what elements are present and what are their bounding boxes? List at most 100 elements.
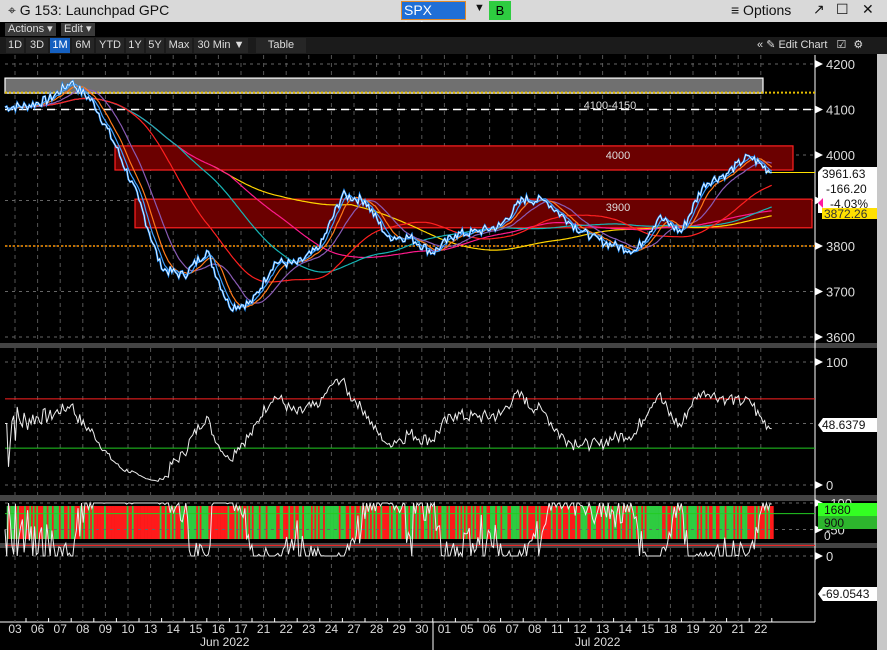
x-tick-label: 15	[189, 622, 203, 636]
direction-bar	[283, 506, 286, 539]
x-tick-label: 29	[393, 622, 407, 636]
direction-bar	[95, 506, 98, 539]
direction-bar	[272, 506, 275, 539]
direction-bar	[559, 506, 562, 539]
direction-bar	[119, 506, 122, 539]
direction-bar	[733, 506, 736, 539]
direction-bar	[121, 506, 124, 539]
direction-bar	[500, 506, 503, 539]
direction-bar	[270, 506, 274, 539]
direction-bar	[747, 506, 750, 539]
direction-bar	[517, 506, 520, 539]
direction-bar	[57, 506, 60, 539]
moving-average-line	[4, 83, 772, 309]
direction-bar	[131, 506, 134, 539]
direction-bar	[571, 506, 574, 539]
direction-bar	[436, 506, 439, 539]
price-tick-label: 3600	[826, 330, 855, 345]
direction-bar	[276, 506, 279, 539]
direction-bar	[691, 506, 694, 539]
direction-bar	[693, 506, 696, 539]
direction-bar	[383, 506, 387, 539]
direction-bar	[530, 506, 533, 539]
support-resistance-zone[interactable]	[134, 198, 813, 229]
direction-bar	[222, 506, 225, 539]
direction-bar	[663, 506, 666, 539]
direction-bar	[191, 506, 194, 539]
direction-bar	[84, 506, 88, 539]
direction-bar	[731, 506, 734, 539]
x-tick-label: 08	[528, 622, 542, 636]
direction-bar	[712, 506, 715, 539]
direction-bar	[752, 506, 755, 539]
chart-area[interactable]: 4100-41504000390010000-50-10003060708091…	[0, 0, 887, 650]
direction-bar	[330, 506, 333, 539]
direction-bar	[133, 506, 136, 539]
direction-bar	[307, 506, 310, 539]
direction-bar	[135, 506, 138, 539]
direction-bar	[350, 506, 353, 539]
tick-marker	[815, 333, 823, 341]
direction-bar	[498, 506, 501, 539]
direction-bar	[768, 506, 771, 539]
direction-bar	[164, 506, 167, 539]
direction-bar	[448, 506, 451, 539]
direction-bar	[340, 506, 343, 539]
direction-bar	[298, 506, 301, 539]
direction-bar	[211, 506, 214, 539]
direction-bar	[161, 506, 164, 539]
direction-bar	[561, 506, 564, 539]
direction-bar	[382, 506, 385, 539]
x-tick-label: 03	[8, 622, 22, 636]
direction-bar	[137, 506, 140, 539]
direction-bar	[154, 506, 157, 539]
direction-bar	[213, 506, 216, 539]
panel-divider[interactable]	[0, 495, 877, 501]
direction-bar	[649, 506, 653, 539]
direction-bar	[474, 506, 477, 539]
direction-bar	[300, 506, 303, 539]
direction-bar	[528, 506, 531, 539]
direction-bar	[743, 506, 746, 539]
direction-bar	[736, 506, 739, 539]
direction-bar	[123, 506, 126, 539]
scrollbar[interactable]	[877, 54, 887, 650]
direction-bar	[328, 506, 331, 539]
direction-bar	[728, 506, 731, 539]
direction-bar	[269, 506, 272, 539]
direction-bar	[258, 506, 261, 539]
direction-bar	[714, 506, 717, 539]
x-tick-label: 09	[99, 622, 113, 636]
direction-bar	[91, 506, 94, 539]
direction-bar	[710, 506, 713, 539]
direction-bar	[48, 506, 51, 539]
support-resistance-zone[interactable]	[114, 145, 794, 171]
direction-bar	[250, 506, 253, 539]
direction-bar	[194, 506, 197, 539]
direction-bar	[159, 506, 162, 539]
direction-bar	[524, 506, 527, 539]
direction-bar	[660, 506, 663, 539]
x-tick-label: 18	[664, 622, 678, 636]
direction-bar	[656, 506, 659, 539]
month-label: Jul 2022	[575, 635, 621, 649]
support-resistance-zone[interactable]	[4, 77, 764, 94]
direction-bar	[149, 506, 152, 539]
direction-bar	[634, 506, 637, 539]
direction-bar	[582, 506, 585, 539]
direction-bar	[726, 506, 729, 539]
tick-marker	[815, 151, 823, 159]
direction-bar	[352, 506, 355, 539]
direction-bar	[423, 506, 427, 539]
direction-bar	[401, 506, 404, 539]
direction-bar	[698, 506, 701, 539]
direction-bar	[721, 506, 724, 539]
direction-bar	[385, 506, 388, 539]
direction-bar	[262, 506, 265, 539]
tick-marker	[815, 287, 823, 296]
direction-bar	[523, 506, 526, 539]
direction-bar	[281, 506, 284, 539]
panel-divider[interactable]	[0, 343, 877, 348]
direction-bar	[116, 506, 119, 539]
direction-bar	[111, 506, 114, 539]
